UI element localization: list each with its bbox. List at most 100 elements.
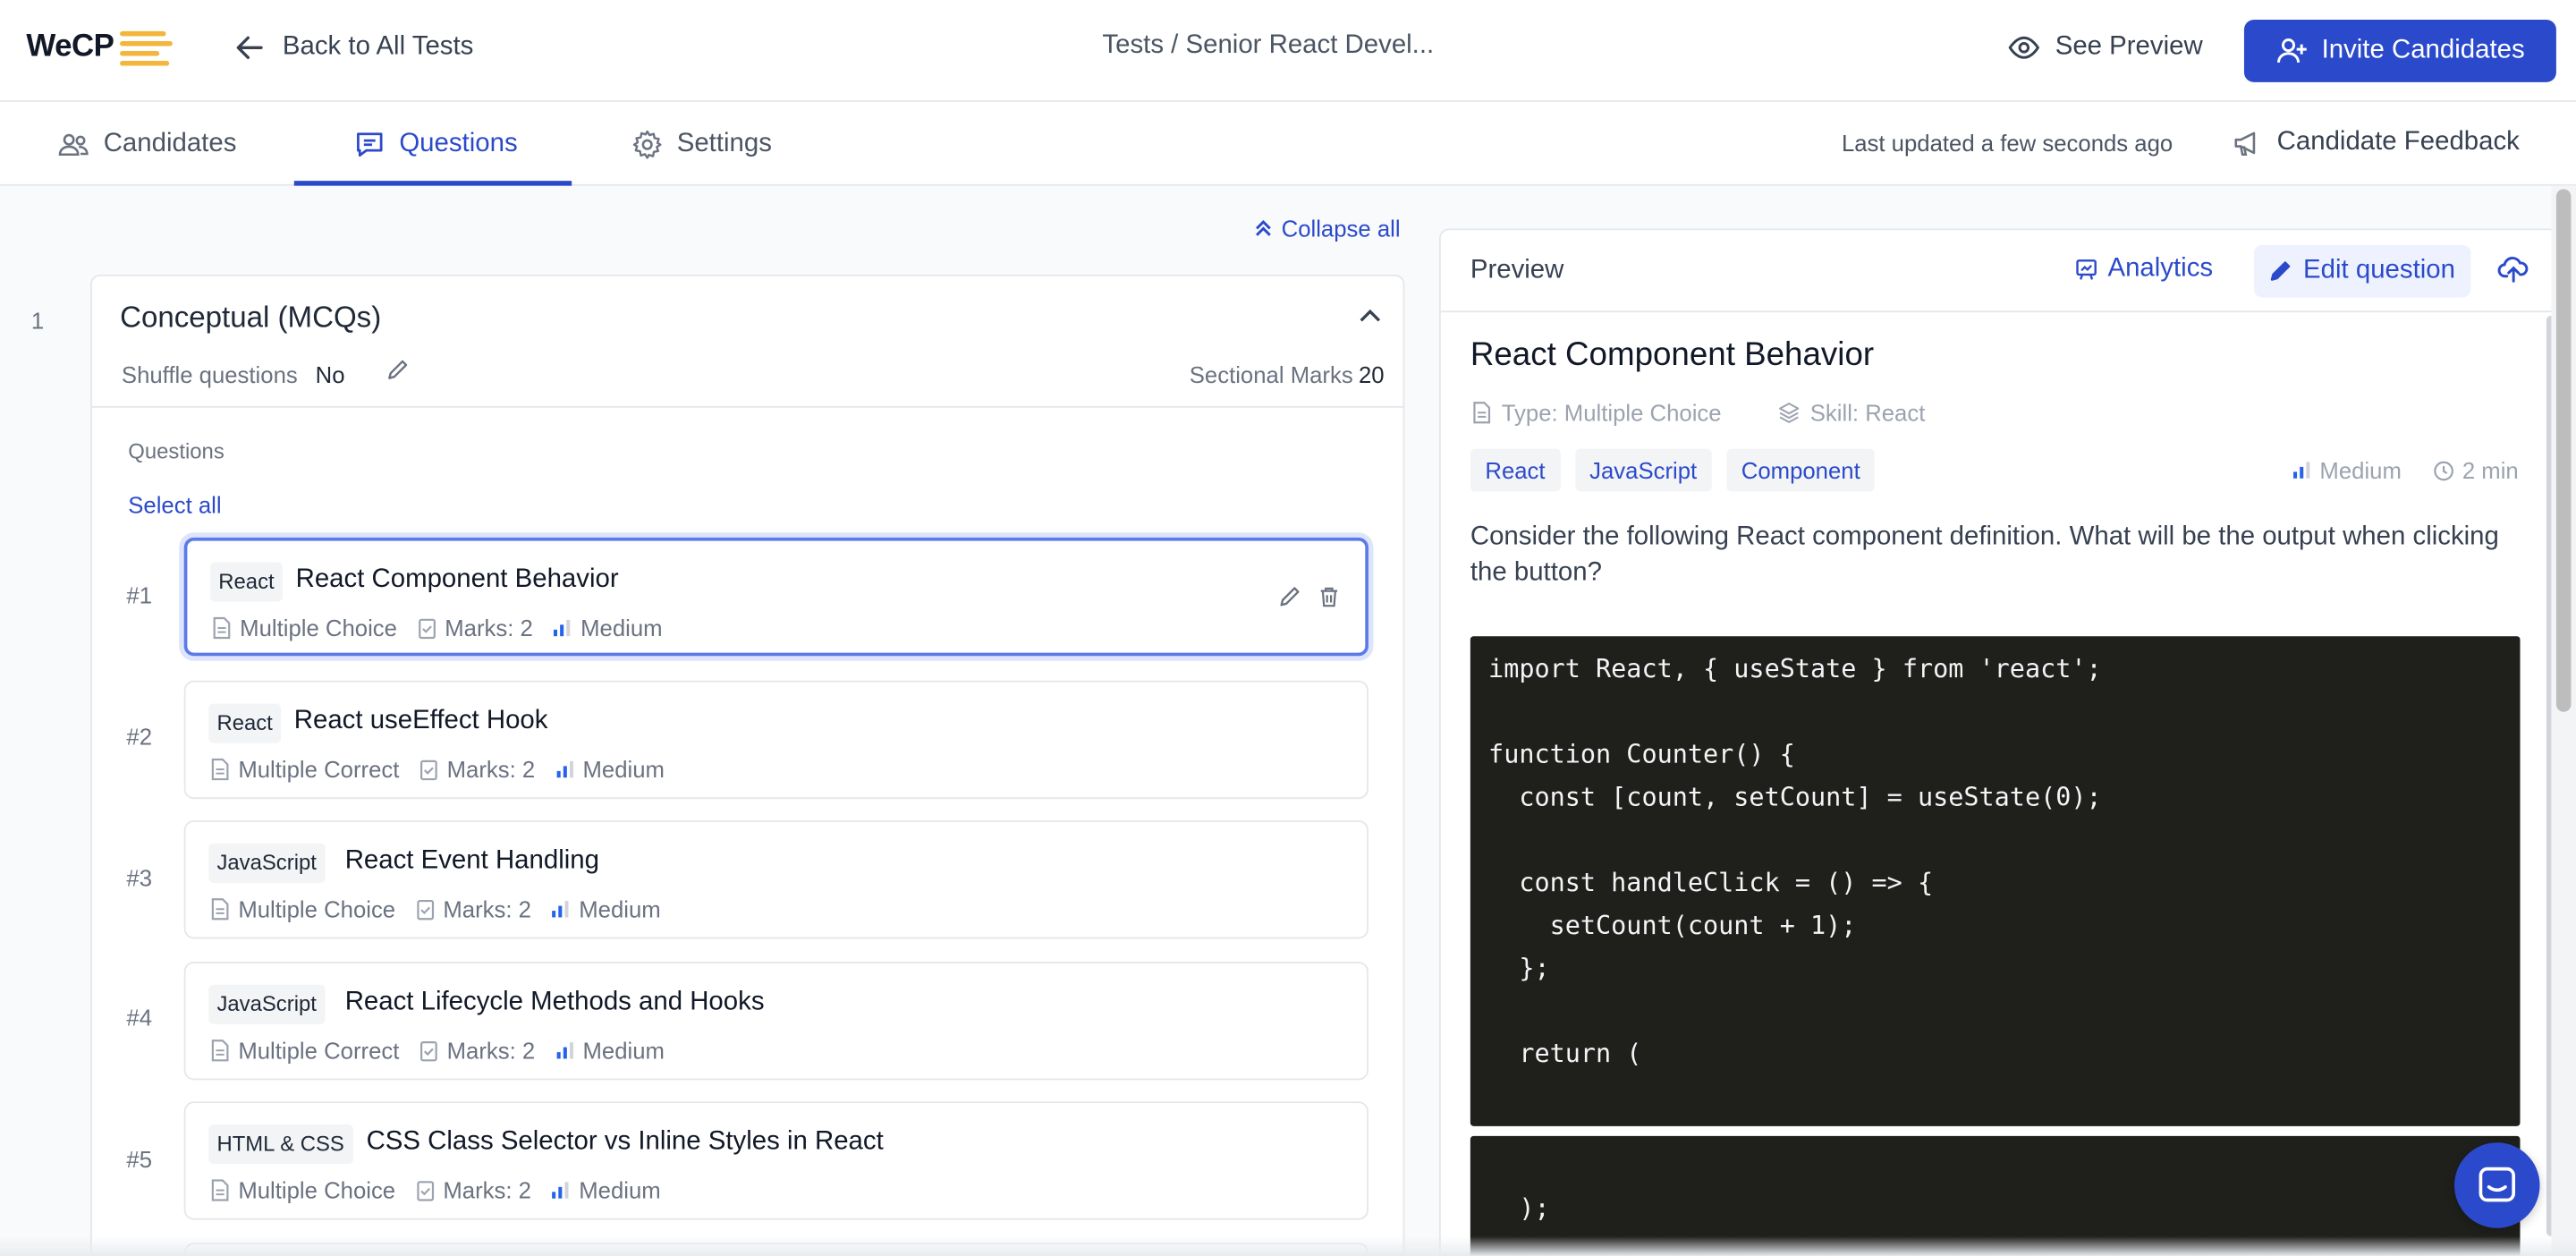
document-icon [211, 758, 229, 781]
question-card[interactable]: HTML & CSS CSS Class Selector vs Inline … [183, 1101, 1368, 1220]
preview-difficulty-duration: Medium 2 min [2292, 457, 2519, 483]
question-difficulty: Medium [579, 895, 661, 922]
invite-label: Invite Candidates [2321, 36, 2525, 64]
document-icon [1473, 402, 1491, 424]
last-updated-status: Last updated a few seconds ago [1841, 130, 2174, 157]
preview-tag: Component [1726, 448, 1876, 492]
chat-icon [357, 132, 383, 157]
question-number: #5 [126, 1145, 153, 1173]
question-difficulty: Medium [582, 756, 665, 783]
pencil-icon[interactable] [1278, 585, 1301, 608]
difficulty-bars-icon [552, 1182, 570, 1199]
question-title: React Event Handling [344, 846, 599, 875]
document-icon [211, 898, 229, 921]
question-card[interactable]: JavaScript React Lifecycle Methods and H… [183, 962, 1368, 1081]
sectional-marks-label: Sectional Marks [1189, 361, 1353, 388]
users-icon [58, 132, 89, 156]
active-tab-indicator [293, 181, 572, 186]
question-tag: JavaScript [208, 984, 326, 1024]
back-to-tests-button[interactable]: Back to All Tests [233, 31, 474, 64]
question-type: Multiple Correct [238, 1037, 400, 1064]
analytics-button[interactable]: Analytics [2075, 255, 2213, 284]
preview-type: Type: Multiple Choice [1501, 399, 1722, 426]
back-label: Back to All Tests [282, 32, 474, 61]
question-meta: Multiple Correct Marks: 2 Medium [210, 1038, 684, 1064]
cloud-upload-icon[interactable] [2497, 253, 2530, 286]
question-tag: HTML & CSS [208, 1124, 353, 1165]
question-difficulty: Medium [579, 1176, 661, 1204]
question-number: #1 [126, 581, 153, 608]
page-scrollbar[interactable] [2551, 185, 2576, 1256]
arrow-left-icon [236, 36, 263, 59]
collapse-all-button[interactable]: Collapse all [1253, 215, 1401, 242]
question-card[interactable]: React React Component Behavior Multiple … [183, 537, 1368, 657]
app-root: WeCP Back to All Tests Tests / Senior Re… [0, 0, 2576, 1256]
code-line: return ( [1488, 1039, 1642, 1069]
select-all-link[interactable]: Select all [128, 491, 221, 517]
see-preview-label: See Preview [2055, 32, 2203, 61]
tab-label: Settings [676, 129, 772, 157]
collapse-all-label: Collapse all [1281, 215, 1401, 242]
pencil-icon[interactable] [386, 359, 410, 382]
difficulty-bars-icon [552, 901, 570, 918]
tab-questions[interactable]: Questions [353, 102, 518, 186]
document-icon [211, 1040, 229, 1062]
code-line: import React, { useState } from 'react'; [1488, 654, 2102, 684]
preview-question-title: React Component Behavior [1470, 336, 1875, 374]
see-preview-button[interactable]: See Preview [2007, 31, 2203, 64]
candidate-feedback-button[interactable]: Candidate Feedback [2231, 127, 2520, 160]
analytics-icon [2076, 259, 2097, 280]
wecp-logo[interactable]: WeCP [26, 28, 174, 67]
invite-candidates-button[interactable]: Invite Candidates [2243, 20, 2556, 82]
preview-panel: Preview Analytics Edit question React Co… [1438, 228, 2558, 1256]
question-number: #4 [126, 1004, 153, 1031]
question-type: Multiple Choice [238, 895, 396, 922]
question-marks: Marks: 2 [446, 1037, 536, 1064]
preview-tag: React [1470, 448, 1561, 492]
code-line: function Counter() { [1488, 739, 1795, 770]
question-card[interactable]: React React useEffect Hook Multiple Corr… [183, 680, 1368, 800]
preview-label: Preview [1470, 256, 1564, 284]
tab-candidates[interactable]: Candidates [57, 102, 236, 186]
questions-heading: Questions [128, 438, 225, 464]
page-scroll-thumb[interactable] [2555, 189, 2572, 712]
difficulty-bars-icon [2293, 462, 2310, 479]
question-meta: Multiple Choice Marks: 2 Medium [212, 615, 682, 641]
layers-icon [1778, 403, 1799, 423]
tab-label: Questions [399, 129, 518, 157]
code-line: ); [1488, 1193, 1550, 1224]
clipboard-icon [420, 760, 437, 781]
clock-icon [2433, 460, 2453, 480]
feedback-label: Candidate Feedback [2276, 128, 2520, 157]
tab-settings[interactable]: Settings [631, 102, 772, 186]
chat-support-button[interactable] [2454, 1142, 2540, 1228]
code-line: const [count, setCount] = useState(0); [1488, 782, 2102, 812]
question-difficulty: Medium [580, 615, 663, 641]
question-type: Multiple Choice [238, 1176, 396, 1204]
preview-description: Consider the following React component d… [1470, 522, 2499, 588]
logo-text: WeCP [26, 30, 114, 64]
question-marks: Marks: 2 [446, 756, 536, 783]
question-marks: Marks: 2 [443, 1176, 532, 1204]
question-number: #2 [126, 723, 153, 750]
divider [91, 405, 1403, 408]
eye-icon [2008, 36, 2040, 59]
analytics-label: Analytics [2107, 254, 2214, 284]
question-marks: Marks: 2 [445, 615, 533, 641]
question-card[interactable]: JavaScript React Event Handling Multiple… [183, 820, 1368, 939]
code-line: const handleClick = () => { [1488, 868, 1934, 898]
trash-icon[interactable] [1318, 585, 1341, 608]
bottom-shadow [0, 1235, 2576, 1256]
chevron-up-icon[interactable] [1359, 308, 1382, 324]
question-type: Multiple Correct [238, 756, 400, 783]
edit-question-button[interactable]: Edit question [2253, 244, 2470, 298]
preview-info: Type: Multiple Choice Skill: React [1472, 399, 1925, 426]
tab-bar: Candidates Questions Settings Last updat… [0, 101, 2576, 186]
chevrons-up-icon [1256, 220, 1271, 236]
clipboard-icon [420, 1040, 437, 1062]
question-actions [1278, 585, 1341, 608]
question-meta: Multiple Correct Marks: 2 Medium [210, 756, 684, 783]
